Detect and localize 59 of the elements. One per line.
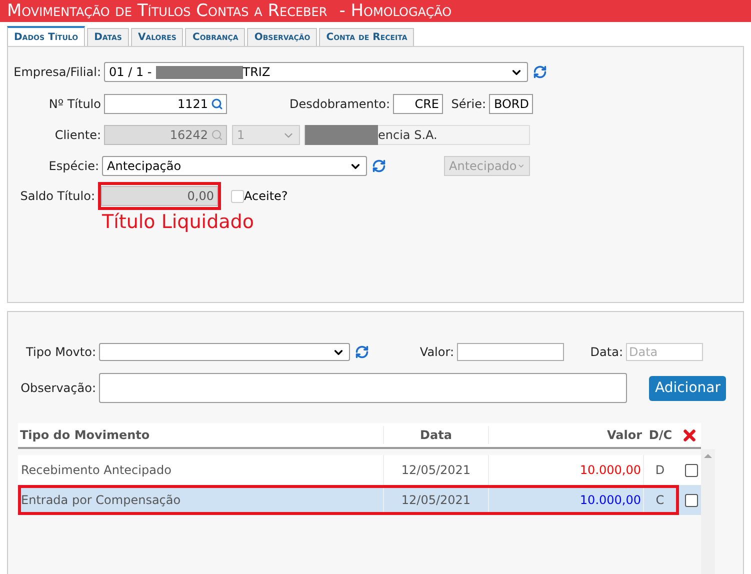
table-cell: 12/05/2021 bbox=[384, 485, 489, 515]
tab[interactable]: Valores bbox=[130, 28, 184, 46]
field-label: Nº Título bbox=[48, 96, 102, 113]
environment-label: - Homologação bbox=[339, 0, 452, 22]
field-label: Saldo Título: bbox=[19, 188, 96, 205]
select-value: 01 / 1 - bbox=[109, 64, 152, 81]
field-label: Cliente: bbox=[54, 127, 102, 144]
table-cell-text: D bbox=[654, 462, 666, 479]
column-header: D/C bbox=[648, 427, 674, 444]
field-label: Valor: bbox=[418, 344, 455, 361]
table-cell: 10.000,00 bbox=[489, 485, 644, 515]
field-label: Desdobramento: bbox=[288, 96, 391, 113]
balance-field: 0,00 bbox=[98, 182, 221, 210]
window-title: Movimentação de Títulos Contas a Receber bbox=[7, 0, 328, 22]
field-label: Série: bbox=[450, 96, 487, 113]
table-cell: 10.000,00 bbox=[489, 455, 644, 485]
movement-type-select[interactable] bbox=[99, 343, 350, 361]
annotation-text: Título Liquidado bbox=[102, 211, 254, 233]
value-field[interactable] bbox=[457, 343, 564, 361]
refresh-icon[interactable] bbox=[372, 159, 386, 173]
column-header: Valor bbox=[606, 427, 643, 444]
tab[interactable]: Cobrança bbox=[185, 28, 246, 46]
refresh-icon[interactable] bbox=[533, 65, 547, 79]
tab[interactable]: Observação bbox=[247, 28, 318, 46]
tab[interactable]: Dados Título bbox=[7, 26, 86, 46]
table-cell-text: C bbox=[654, 492, 666, 509]
add-button[interactable]: Adicionar bbox=[649, 376, 726, 400]
refresh-icon[interactable] bbox=[355, 345, 369, 359]
split-field[interactable]: CRE bbox=[393, 94, 443, 114]
tab[interactable]: Datas bbox=[87, 28, 129, 46]
field-label: Data: bbox=[589, 344, 624, 361]
table-cell: Entrada por Compensação bbox=[21, 485, 384, 515]
series-field[interactable]: BORD bbox=[489, 94, 533, 114]
tab[interactable]: Conta de Receita bbox=[319, 28, 414, 46]
field-label: Espécie: bbox=[48, 158, 100, 175]
date-field[interactable]: Data bbox=[626, 343, 703, 361]
column-header: Tipo do Movimento bbox=[18, 426, 384, 444]
checkbox-label: Aceite? bbox=[244, 188, 288, 205]
client-name: encia S.A. bbox=[378, 127, 438, 144]
observation-field[interactable] bbox=[99, 373, 627, 403]
scrollbar[interactable] bbox=[701, 449, 715, 574]
table-row[interactable]: Entrada por Compensação 12/05/2021 10.000,00 C bbox=[18, 485, 701, 515]
field-label: Observação: bbox=[20, 380, 97, 397]
column-header: Data bbox=[384, 426, 489, 444]
species-select[interactable]: Antecipação bbox=[102, 156, 367, 176]
search-icon bbox=[211, 129, 223, 141]
checkbox[interactable] bbox=[685, 464, 698, 476]
search-icon[interactable] bbox=[211, 98, 223, 110]
field-label: Tipo Movto: bbox=[25, 344, 97, 361]
client-code-field: 16242 bbox=[104, 125, 227, 145]
checkbox[interactable] bbox=[685, 494, 698, 506]
table-cell: 12/05/2021 bbox=[384, 455, 489, 485]
table-cell: Recebimento Antecipado bbox=[21, 455, 384, 485]
table-row[interactable]: Recebimento Antecipado 12/05/2021 10.000,00 D bbox=[18, 455, 701, 485]
title-number-field[interactable]: 1121 bbox=[104, 94, 227, 114]
company-select[interactable]: 01 / 1 - TRIZ bbox=[104, 62, 528, 82]
delete-icon[interactable] bbox=[681, 426, 698, 444]
field-label: Empresa/Filial: bbox=[12, 64, 102, 81]
select-value: TRIZ bbox=[242, 64, 270, 81]
